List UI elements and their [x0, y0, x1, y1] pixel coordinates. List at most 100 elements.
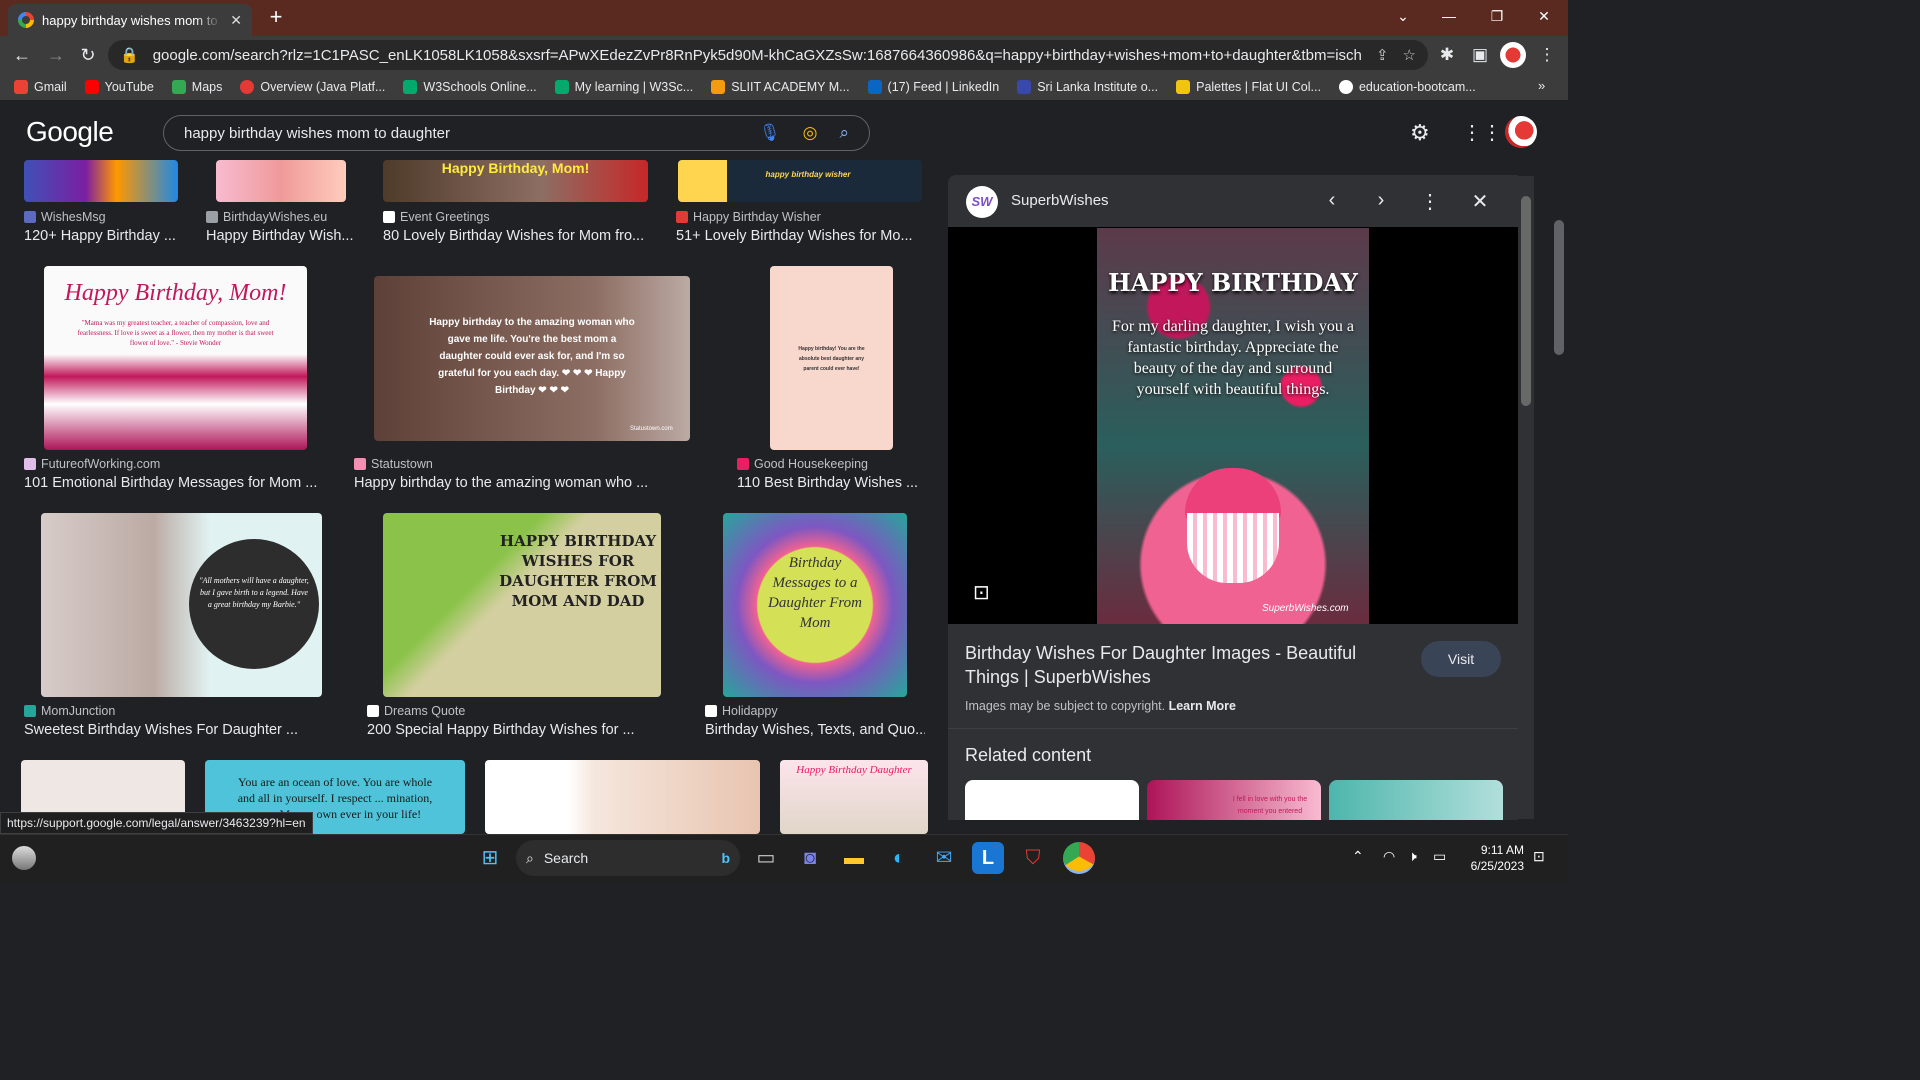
google-logo[interactable]: Google [26, 116, 114, 148]
result-source[interactable]: Statustown [354, 457, 433, 471]
tab-search-chevron-icon[interactable]: ⌄ [1380, 0, 1426, 32]
tab-close-icon[interactable]: ✕ [230, 12, 242, 29]
next-icon[interactable]: › [1369, 189, 1393, 212]
search-icon[interactable]: ⌕ [839, 123, 849, 143]
bookmark-gmail[interactable]: Gmail [14, 80, 67, 94]
site-logo[interactable]: SW [966, 186, 998, 218]
result-title[interactable]: 120+ Happy Birthday ... [24, 228, 184, 244]
result-source[interactable]: Happy Birthday Wisher [676, 210, 821, 224]
extensions-icon[interactable]: ✱ [1436, 44, 1458, 66]
result-image[interactable]: Birthday Messages to a Daughter From Mom [723, 513, 907, 697]
related-thumbnail[interactable] [965, 780, 1139, 820]
google-apps-icon[interactable]: ⋮⋮ [1462, 120, 1502, 145]
account-avatar[interactable] [1505, 116, 1537, 148]
mcafee-icon[interactable]: ⛉ [1017, 842, 1049, 874]
edge-icon[interactable]: ◐ [883, 842, 915, 874]
result-image[interactable]: Happy Birthday, Mom! [383, 160, 648, 202]
page-scrollbar[interactable] [1550, 100, 1568, 833]
volume-muted-icon[interactable]: 🕨 [1408, 848, 1417, 865]
url-text[interactable]: google.com/search?rlz=1C1PASC_enLK1058LK… [153, 47, 1362, 64]
result-image[interactable] [24, 160, 178, 202]
system-clock[interactable]: 9:11 AM 6/25/2023 [1460, 842, 1524, 874]
search-box[interactable]: happy birthday wishes mom to daughter 🎙 … [163, 115, 870, 151]
result-title[interactable]: 200 Special Happy Birthday Wishes for ..… [367, 722, 669, 738]
chrome-taskbar-icon[interactable] [1063, 842, 1095, 874]
wifi-icon[interactable]: ◠ [1383, 848, 1395, 865]
result-title[interactable]: Happy Birthday Wish... [206, 228, 356, 244]
back-button[interactable]: ← [8, 42, 36, 68]
teams-chat-icon[interactable]: ◙ [794, 842, 826, 874]
bookmark-star-icon[interactable]: ☆ [1403, 46, 1416, 64]
lock-icon[interactable]: 🔒 [120, 46, 139, 64]
result-title[interactable]: 101 Emotional Birthday Messages for Mom … [24, 475, 326, 491]
result-title[interactable]: Birthday Wishes, Texts, and Quo... [705, 722, 925, 738]
google-lens-icon[interactable]: ◎ [803, 123, 818, 143]
previous-icon[interactable]: ‹ [1320, 189, 1344, 212]
file-explorer-icon[interactable]: ▬ [838, 842, 870, 874]
result-image[interactable]: Happy birthday to the amazing woman who … [374, 276, 690, 441]
battery-icon[interactable]: ▭ [1433, 848, 1446, 865]
result-image[interactable]: Happy Birthday, Mom! "Mama was my greate… [44, 266, 307, 450]
panel-scrollbar[interactable] [1518, 176, 1534, 819]
panel-image-title[interactable]: Birthday Wishes For Daughter Images - Be… [965, 641, 1395, 689]
preview-image[interactable]: HAPPY BIRTHDAY For my darling daughter, … [1097, 228, 1369, 624]
result-title[interactable]: 110 Best Birthday Wishes ... [737, 475, 921, 491]
app-l-icon[interactable]: L [972, 842, 1004, 874]
search-input[interactable]: happy birthday wishes mom to daughter [184, 125, 737, 142]
result-source[interactable]: Event Greetings [383, 210, 490, 224]
taskbar-search[interactable]: ⌕ Search b [516, 840, 740, 876]
panel-site-name[interactable]: SuperbWishes [1011, 192, 1109, 209]
start-windows-icon[interactable]: ⊞ [474, 842, 506, 874]
result-image[interactable]: happy birthday wisher [678, 160, 922, 202]
weather-icon[interactable] [12, 846, 36, 870]
result-image[interactable]: Happy birthday! You are the absolute bes… [770, 266, 893, 450]
bookmark-sliit-academy[interactable]: SLIIT ACADEMY M... [711, 80, 850, 94]
bookmark-maps[interactable]: Maps [171, 80, 222, 94]
result-source[interactable]: BirthdayWishes.eu [206, 210, 327, 224]
window-close-button[interactable]: ✕ [1521, 0, 1567, 32]
forward-button[interactable]: → [42, 42, 70, 68]
restore-button[interactable]: ❐ [1474, 0, 1520, 32]
more-options-icon[interactable]: ⋮ [1418, 189, 1442, 214]
share-icon[interactable]: ⇪ [1376, 46, 1389, 64]
result-title[interactable]: Sweetest Birthday Wishes For Daughter ..… [24, 722, 326, 738]
bookmark-sri-lanka-institute[interactable]: Sri Lanka Institute o... [1017, 80, 1158, 94]
tray-chevron-icon[interactable]: ⌃ [1352, 848, 1364, 865]
new-tab-button[interactable]: + [262, 4, 290, 32]
result-title[interactable]: Happy birthday to the amazing woman who … [354, 475, 656, 491]
result-image[interactable] [216, 160, 346, 202]
result-image[interactable]: "All mothers will have a daughter, but I… [41, 513, 322, 697]
bookmark-linkedin[interactable]: (17) Feed | LinkedIn [867, 80, 999, 94]
task-view-icon[interactable]: ▭ [750, 842, 782, 874]
learn-more-link[interactable]: Learn More [1169, 699, 1236, 713]
bookmarks-overflow-icon[interactable]: » [1538, 78, 1545, 93]
minimize-button[interactable]: — [1426, 0, 1472, 32]
browser-tab[interactable]: happy birthday wishes mom to daughter ✕ [8, 4, 252, 36]
side-panel-icon[interactable]: ▣ [1469, 44, 1491, 66]
profile-avatar[interactable] [1500, 42, 1526, 68]
related-thumbnail[interactable] [1329, 780, 1503, 820]
bookmark-java-overview[interactable]: Overview (Java Platf... [240, 80, 385, 94]
lens-search-icon[interactable]: ⊡ [973, 580, 990, 605]
notification-icon[interactable]: ⊡ [1533, 848, 1545, 865]
result-source[interactable]: FutureofWorking.com [24, 457, 160, 471]
chrome-menu-icon[interactable]: ⋮ [1536, 44, 1558, 66]
result-image[interactable]: Happy Birthday Daughter [780, 760, 928, 834]
result-source[interactable]: Dreams Quote [367, 704, 465, 718]
related-thumbnail[interactable]: I fell in love with you the moment you e… [1147, 780, 1321, 820]
result-image[interactable]: HAPPY BIRTHDAY WISHES FOR DAUGHTER FROM … [383, 513, 661, 697]
bookmark-flat-ui-palettes[interactable]: Palettes | Flat UI Col... [1176, 80, 1321, 94]
address-bar[interactable]: 🔒 google.com/search?rlz=1C1PASC_enLK1058… [108, 40, 1428, 70]
bookmark-w3schools-learning[interactable]: My learning | W3Sc... [554, 80, 693, 94]
bookmark-w3schools[interactable]: W3Schools Online... [403, 80, 537, 94]
mail-icon[interactable]: ✉ [928, 842, 960, 874]
result-source[interactable]: MomJunction [24, 704, 115, 718]
result-title[interactable]: 80 Lovely Birthday Wishes for Mom fro... [383, 228, 655, 244]
result-title[interactable]: 51+ Lovely Birthday Wishes for Mo... [676, 228, 916, 244]
bing-icon[interactable]: b [721, 850, 730, 866]
result-image[interactable] [485, 760, 760, 834]
visit-button[interactable]: Visit [1421, 641, 1501, 677]
result-source[interactable]: Good Housekeeping [737, 457, 868, 471]
bookmark-youtube[interactable]: YouTube [84, 80, 154, 94]
settings-gear-icon[interactable]: ⚙ [1410, 120, 1430, 146]
